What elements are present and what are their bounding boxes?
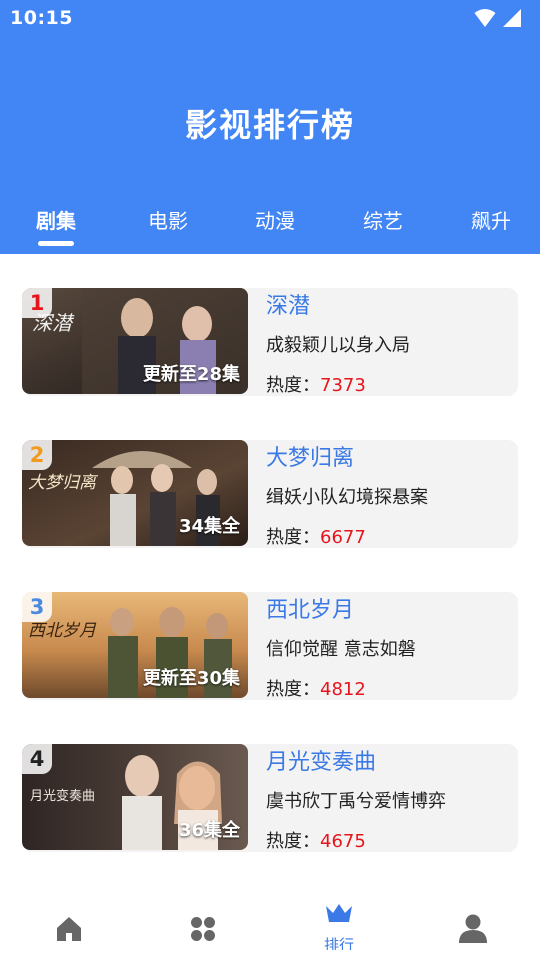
crown-icon	[326, 904, 352, 922]
nav-home[interactable]	[14, 890, 122, 960]
category-tabs: 剧集 电影 动漫 综艺 飙升	[0, 205, 540, 249]
heat-value: 4812	[320, 679, 366, 700]
poster-title-art: 大梦归离	[28, 473, 99, 493]
show-description: 虞书欣丁禹兮爱情博弈	[266, 791, 446, 812]
heat-score: 热度：7373	[266, 371, 366, 396]
episode-status: 更新至30集	[142, 668, 240, 689]
nav-label: 排行	[323, 936, 354, 950]
ranking-item[interactable]: 月光变奏曲 4 36集全 月光变奏曲 虞书欣丁禹兮爱情博弈 热度：4675	[22, 744, 518, 852]
nav-ranking[interactable]: 排行	[285, 890, 393, 960]
show-title[interactable]: 深潜	[266, 288, 310, 320]
signal-icon	[503, 9, 521, 27]
heat-score: 热度：4675	[266, 827, 366, 852]
nav-label	[149, 934, 257, 950]
item-info: 西北岁月 信仰觉醒 意志如磐 热度：4812	[266, 592, 516, 700]
show-title[interactable]: 月光变奏曲	[266, 744, 376, 776]
tab-indicator	[38, 241, 74, 246]
heat-value: 7373	[320, 375, 366, 396]
heat-label: 热度：	[266, 679, 320, 700]
ranking-item[interactable]: 深潜 1 更新至28集 深潜 成毅颖儿以身入局 热度：7373	[22, 288, 518, 396]
heat-score: 热度：4812	[266, 675, 366, 700]
nav-category[interactable]	[149, 890, 257, 960]
item-info: 深潜 成毅颖儿以身入局 热度：7373	[266, 288, 516, 396]
status-time: 10:15	[10, 7, 73, 29]
item-info: 大梦归离 缉妖小队幻境探悬案 热度：6677	[266, 440, 516, 548]
poster-title-art: 月光变奏曲	[30, 788, 95, 804]
poster-thumbnail[interactable]: 月光变奏曲 4 36集全	[22, 744, 248, 850]
rank-badge: 2	[22, 440, 52, 470]
heat-value: 4675	[320, 831, 366, 852]
tab-anime[interactable]: 动漫	[235, 205, 315, 234]
tab-drama[interactable]: 剧集	[16, 205, 96, 246]
heat-label: 热度：	[266, 375, 320, 396]
rank-badge: 3	[22, 592, 52, 622]
tab-label: 剧集	[36, 209, 76, 233]
status-icons	[474, 8, 522, 28]
heat-label: 热度：	[266, 831, 320, 852]
episode-status: 更新至28集	[142, 364, 240, 385]
wifi-icon	[474, 9, 496, 27]
header: 10:15 影视排行榜 剧集 电影 动漫 综艺 飙升	[0, 0, 540, 254]
show-description: 缉妖小队幻境探悬案	[266, 487, 428, 508]
tab-label: 动漫	[255, 209, 295, 233]
nav-profile[interactable]	[419, 890, 527, 960]
show-title[interactable]: 西北岁月	[266, 592, 354, 624]
nav-label	[419, 934, 527, 950]
tab-movie[interactable]: 电影	[128, 205, 208, 234]
poster-thumbnail[interactable]: 大梦归离 2 34集全	[22, 440, 248, 546]
episode-status: 36集全	[178, 820, 240, 841]
item-info: 月光变奏曲 虞书欣丁禹兮爱情博弈 热度：4675	[266, 744, 516, 852]
tab-variety[interactable]: 综艺	[343, 205, 423, 234]
heat-label: 热度：	[266, 527, 320, 548]
nav-label	[14, 934, 122, 950]
heat-score: 热度：6677	[266, 523, 366, 548]
show-description: 成毅颖儿以身入局	[266, 335, 410, 356]
show-title[interactable]: 大梦归离	[266, 440, 354, 472]
poster-title-art: 西北岁月	[28, 621, 97, 641]
ranking-item[interactable]: 大梦归离 2 34集全 大梦归离 缉妖小队幻境探悬案 热度：6677	[22, 440, 518, 548]
bottom-navigation: 排行	[0, 890, 540, 960]
poster-thumbnail[interactable]: 西北岁月 3 更新至30集	[22, 592, 248, 698]
rank-badge: 4	[22, 744, 52, 774]
tab-label: 电影	[148, 209, 188, 233]
episode-status: 34集全	[178, 516, 240, 537]
page-title: 影视排行榜	[184, 106, 355, 144]
poster-thumbnail[interactable]: 深潜 1 更新至28集	[22, 288, 248, 394]
status-bar: 10:15	[0, 0, 540, 36]
rank-badge: 1	[22, 288, 52, 318]
show-description: 信仰觉醒 意志如磐	[266, 639, 416, 660]
tab-rising[interactable]: 飙升	[451, 205, 531, 234]
tab-label: 综艺	[363, 209, 403, 233]
tab-label: 飙升	[471, 209, 511, 233]
heat-value: 6677	[320, 527, 366, 548]
ranking-item[interactable]: 西北岁月 3 更新至30集 西北岁月 信仰觉醒 意志如磐 热度：4812	[22, 592, 518, 700]
